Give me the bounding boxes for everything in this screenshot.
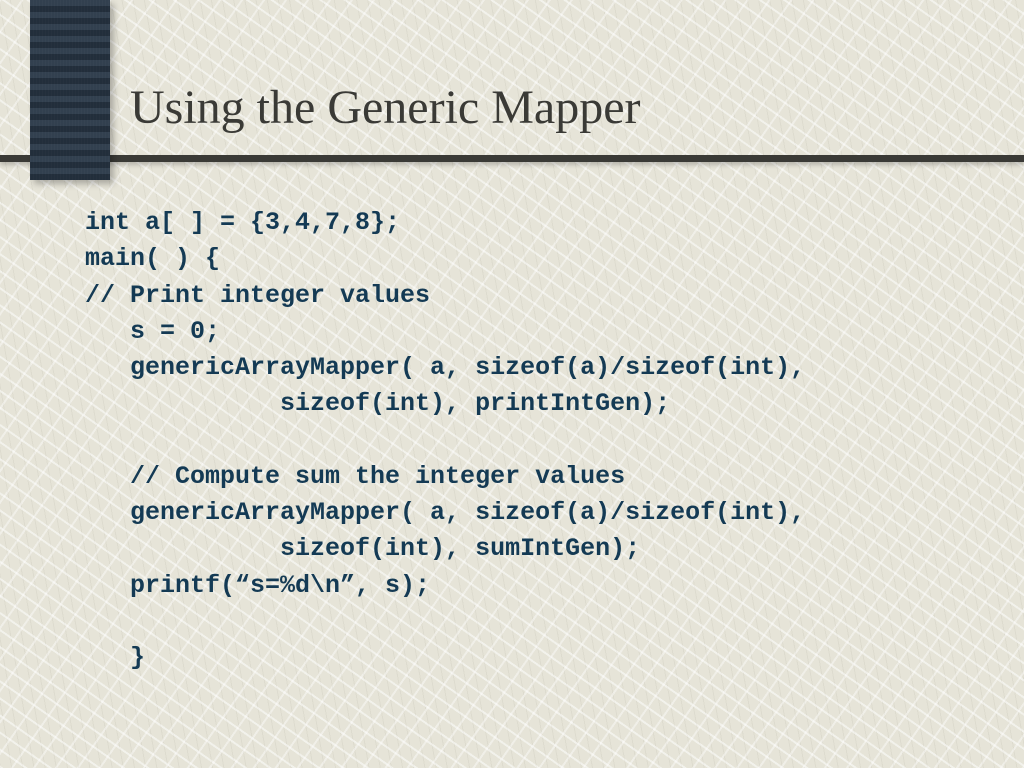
code-line: s = 0; (85, 317, 220, 346)
code-line: main( ) { (85, 244, 220, 273)
code-line: genericArrayMapper( a, sizeof(a)/sizeof(… (85, 498, 805, 527)
horizontal-rule (0, 155, 1024, 162)
decorative-corner-block (30, 0, 110, 180)
code-line: genericArrayMapper( a, sizeof(a)/sizeof(… (85, 353, 805, 382)
code-line: } (85, 643, 145, 672)
code-line: int a[ ] = {3,4,7,8}; (85, 208, 400, 237)
slide-title: Using the Generic Mapper (130, 80, 641, 135)
code-line: // Print integer values (85, 281, 430, 310)
code-line: sizeof(int), printIntGen); (85, 389, 670, 418)
code-line: printf(“s=%d\n”, s); (85, 571, 430, 600)
code-line: // Compute sum the integer values (85, 462, 625, 491)
code-line: sizeof(int), sumIntGen); (85, 534, 640, 563)
code-block: int a[ ] = {3,4,7,8}; main( ) { // Print… (85, 205, 964, 676)
